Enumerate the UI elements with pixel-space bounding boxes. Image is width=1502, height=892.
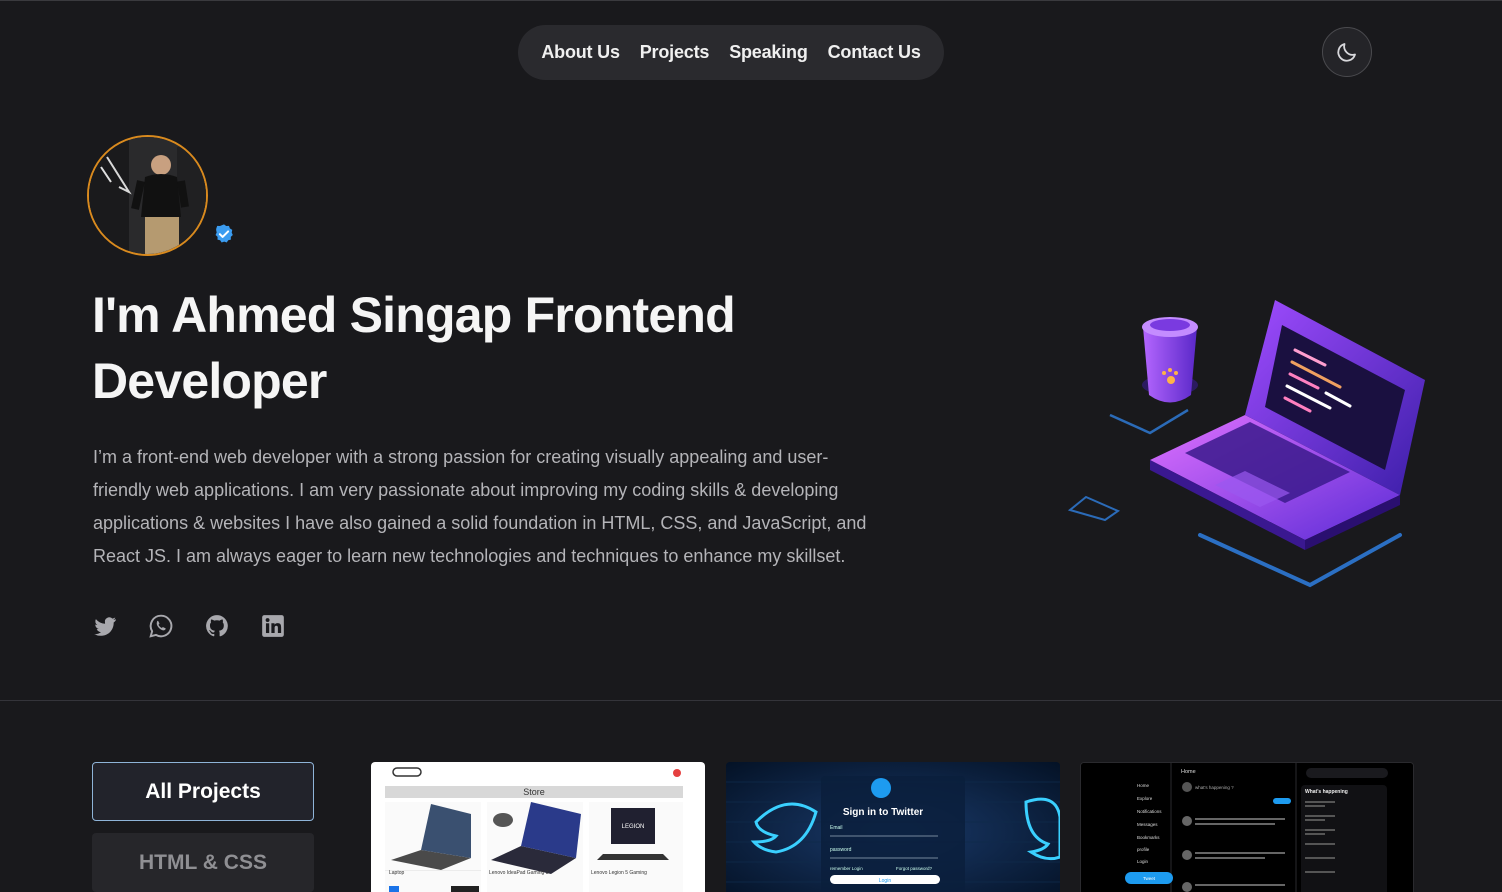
filter-html-css[interactable]: HTML & CSS xyxy=(92,833,314,892)
nav-speaking[interactable]: Speaking xyxy=(729,42,808,63)
nav-projects[interactable]: Projects xyxy=(640,42,710,63)
whatsapp-icon xyxy=(149,614,173,638)
nav-about-us[interactable]: About Us xyxy=(541,42,620,63)
twitter-clone-tweet-button: Tweet xyxy=(1143,876,1156,881)
main-nav: About Us Projects Speaking Contact Us xyxy=(518,25,944,80)
github-icon xyxy=(206,615,228,637)
filter-all-projects[interactable]: All Projects xyxy=(92,762,314,821)
social-links xyxy=(92,613,286,639)
twitter-clone-trends-title: What's happening xyxy=(1305,789,1348,795)
twitter-email-label: Email xyxy=(830,825,843,831)
twitter-clone-nav-messages: Messages xyxy=(1137,822,1158,827)
twitter-clone-nav-profile: profile xyxy=(1137,847,1150,852)
store-item-label-1: Laptop xyxy=(389,870,405,876)
section-divider xyxy=(0,700,1502,701)
whatsapp-link[interactable] xyxy=(148,613,174,639)
twitter-clone-nav-login: Login xyxy=(1137,859,1149,864)
hero-title: I'm Ahmed Singap Frontend Developer xyxy=(92,287,736,409)
twitter-clone-home-header: Home xyxy=(1181,769,1196,775)
github-link[interactable] xyxy=(204,613,230,639)
twitter-icon xyxy=(94,617,116,636)
moon-icon xyxy=(1337,43,1356,62)
laptop-illustration xyxy=(1060,285,1440,595)
theme-toggle-button[interactable] xyxy=(1322,27,1372,77)
linkedin-icon xyxy=(262,615,284,637)
store-item-label-3: Lenovo Legion 5 Gaming xyxy=(591,870,647,876)
twitter-clone-composer: what's happening ? xyxy=(1195,785,1234,790)
project-card-twitter-login[interactable]: Sign in to Twitter Email password rememb… xyxy=(726,762,1060,892)
twitter-clone-nav-home: Home xyxy=(1137,783,1150,788)
legion-badge: LEGION xyxy=(622,824,645,830)
store-item-label-2: Lenovo IdeaPad Gaming 3 xyxy=(489,870,549,876)
linkedin-link[interactable] xyxy=(260,613,286,639)
twitter-clone-nav-notifications: Notifications xyxy=(1137,809,1162,814)
twitter-forgot-label: Forgot password? xyxy=(896,866,933,871)
twitter-password-label: password xyxy=(830,847,852,853)
twitter-link[interactable] xyxy=(92,613,118,639)
project-card-twitter-clone[interactable]: Home Home Explore Notifications Messages… xyxy=(1080,762,1414,892)
twitter-clone-nav-explore: Explore xyxy=(1137,796,1153,801)
hero-description: I’m a front-end web developer with a str… xyxy=(93,447,867,566)
top-divider xyxy=(0,0,1502,1)
verified-badge-icon xyxy=(215,224,233,243)
avatar xyxy=(87,135,208,256)
store-header: Store xyxy=(523,787,545,797)
twitter-clone-nav-bookmarks: Bookmarks xyxy=(1137,835,1160,840)
nav-contact-us[interactable]: Contact Us xyxy=(828,42,921,63)
twitter-login-title: Sign in to Twitter xyxy=(843,807,923,818)
project-card-store[interactable]: Store Laptop Lenovo IdeaPad Gaming 3 LEG… xyxy=(371,762,705,892)
profile-avatar-wrap xyxy=(87,135,233,256)
twitter-remember-label: remember Login xyxy=(830,866,863,871)
twitter-login-button: Login xyxy=(879,878,891,884)
